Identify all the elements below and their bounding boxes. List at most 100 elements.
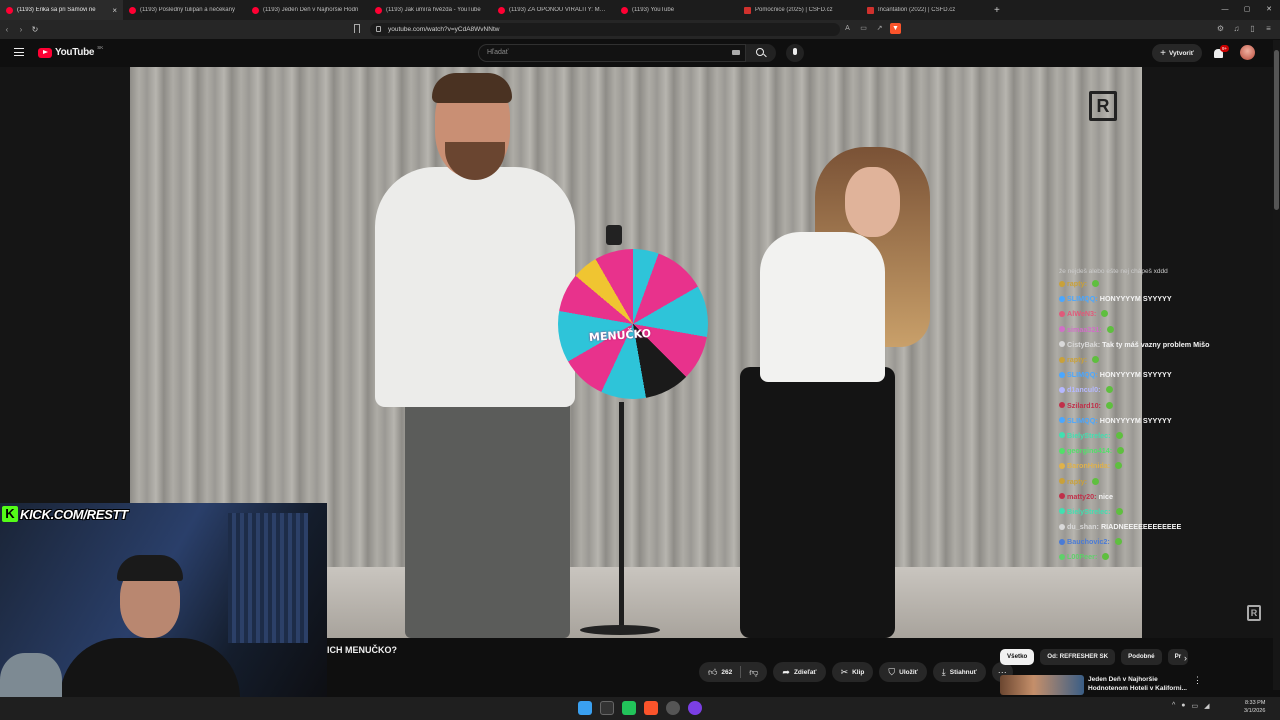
- tab-title: (1193) ZA OPONOU VIRALITY: MELE: [509, 7, 609, 13]
- chat-username: SLIMQQ:: [1067, 415, 1098, 425]
- user-badge-icon: [1059, 371, 1065, 378]
- chat-username: BielyStrelec:: [1067, 506, 1111, 516]
- filter-chip[interactable]: Podobné: [1121, 649, 1162, 665]
- clock-date: 3/1/2026: [1244, 708, 1266, 714]
- url-field[interactable]: youtube.com/watch?v=yCdA8WvNNtw: [370, 23, 840, 36]
- chat-message: BaronHnida:: [1059, 458, 1271, 473]
- browser-tab[interactable]: (1193) Erika sa pri Samovi ne ×: [0, 0, 123, 20]
- create-button[interactable]: + Vytvoriť: [1152, 44, 1202, 62]
- extensions-icon[interactable]: ⚙: [1215, 23, 1226, 34]
- new-tab-button[interactable]: +: [994, 5, 1000, 16]
- chat-message: georgino414:: [1059, 443, 1271, 458]
- tab-title: (1193) Jeden Deň v Najhoršie Hodn: [263, 7, 359, 13]
- chat-username: Bauchovic2:: [1067, 537, 1110, 547]
- brave-shields-icon[interactable]: ▼: [890, 23, 901, 34]
- browser-tab[interactable]: (1193) Jeden Deň v Najhoršie Hodn: [246, 0, 369, 20]
- search-button[interactable]: [746, 44, 776, 62]
- reload-button[interactable]: ↻: [28, 25, 42, 34]
- chat-text: RIADNEEEEEEEEEEEE: [1100, 522, 1182, 532]
- chat-username: rapty:: [1067, 279, 1087, 289]
- scrollbar-thumb[interactable]: [1274, 50, 1279, 210]
- emote-icon: [1102, 553, 1110, 561]
- recommended-title[interactable]: Jeden Deň v Najhoršie Hodnotenom Hoteli …: [1088, 675, 1188, 693]
- youtube-favicon-icon: [129, 6, 136, 14]
- translate-icon[interactable]: A: [842, 23, 853, 34]
- user-badge-icon: [1059, 508, 1065, 515]
- chat-text: HONYYYYM SYYYYY: [1099, 370, 1172, 380]
- menu-icon[interactable]: ≡: [1263, 23, 1274, 34]
- minimize-button[interactable]: —: [1214, 0, 1236, 20]
- keyboard-icon[interactable]: [732, 50, 740, 55]
- site-info-icon[interactable]: [376, 26, 381, 32]
- forward-button[interactable]: ›: [14, 25, 28, 34]
- chat-username: BielyStrelec:: [1067, 430, 1111, 440]
- close-window-button[interactable]: ✕: [1258, 0, 1280, 20]
- bookmark-save-icon: ⛉: [888, 666, 896, 677]
- display-tray-icon[interactable]: ▭: [1192, 702, 1199, 710]
- browser-tab[interactable]: Pomocnice (2025) | ČSFD.cz: [738, 0, 861, 20]
- tab-title: Incantation (2022) | ČSFD.cz: [878, 7, 956, 13]
- browser-tab[interactable]: Incantation (2022) | ČSFD.cz: [861, 0, 984, 20]
- share-button[interactable]: ➦ Zdieľať: [773, 662, 826, 682]
- app-purple-icon[interactable]: [688, 701, 702, 715]
- recommended-video[interactable]: Jeden Deň v Najhoršie Hodnotenom Hoteli …: [1000, 675, 1202, 695]
- prize-wheel: [558, 249, 708, 399]
- chat-message: simaa321:: [1059, 322, 1271, 337]
- share-icon[interactable]: ↗: [874, 23, 885, 34]
- like-button[interactable]: 👍︎ 262 👎︎: [699, 662, 768, 682]
- emote-icon: [1105, 401, 1113, 409]
- wheel-stand: [619, 402, 624, 632]
- page-scrollbar[interactable]: [1273, 40, 1280, 690]
- tab-title: Pomocnice (2025) | ČSFD.cz: [755, 7, 833, 13]
- notification-badge: 9+: [1220, 45, 1230, 52]
- browser-tab[interactable]: (1193) YouTube: [615, 0, 738, 20]
- task-view-icon[interactable]: [600, 701, 614, 715]
- brave-browser-icon[interactable]: [644, 701, 658, 715]
- download-button[interactable]: ⤓ Stiahnuť: [932, 662, 986, 682]
- youtube-favicon-icon: [252, 6, 259, 14]
- chips-next-arrow-icon[interactable]: ›: [1184, 653, 1187, 663]
- chat-message: SLIMQQ: HONYYYYM SYYYYY: [1059, 291, 1271, 306]
- search-input[interactable]: Hľadať: [478, 44, 746, 62]
- recommended-menu-icon[interactable]: ⋮: [1193, 675, 1202, 686]
- browser-tab[interactable]: (1193) Jak umírá hvězda - YouTube: [369, 0, 492, 20]
- mic-tray-icon[interactable]: ●: [1181, 702, 1185, 710]
- bookmark-icon[interactable]: [354, 24, 360, 33]
- user-badge-icon: [1059, 523, 1065, 530]
- chat-username: rapty:: [1067, 355, 1087, 365]
- back-button[interactable]: ‹: [0, 25, 14, 34]
- browser-tab[interactable]: (1193) ZA OPONOU VIRALITY: MELE: [492, 0, 615, 20]
- recommended-thumbnail[interactable]: [1000, 675, 1084, 695]
- user-badge-icon: [1059, 432, 1065, 439]
- maximize-button[interactable]: ▢: [1236, 0, 1258, 20]
- cast-icon[interactable]: ▭: [858, 23, 869, 34]
- start-icon[interactable]: [578, 701, 592, 715]
- app-green-icon[interactable]: [622, 701, 636, 715]
- app-circle-icon[interactable]: [666, 701, 680, 715]
- close-tab-icon[interactable]: ×: [112, 6, 117, 15]
- address-bar-row: ‹ › ↻ youtube.com/watch?v=yCdA8WvNNtw A …: [0, 20, 1280, 39]
- account-avatar[interactable]: [1240, 45, 1255, 60]
- browser-tab[interactable]: (1193) Posledný tulipán a nečekaný: [123, 0, 246, 20]
- filter-chip[interactable]: Od: REFRESHER SK: [1040, 649, 1116, 665]
- youtube-favicon-icon: [6, 6, 13, 14]
- channel-watermark[interactable]: R: [1089, 91, 1117, 121]
- filter-chip[interactable]: Všetko: [1000, 649, 1035, 665]
- hamburger-menu-icon[interactable]: [14, 48, 24, 56]
- voice-search-icon[interactable]: [786, 44, 804, 62]
- save-button[interactable]: ⛉ Uložiť: [879, 662, 927, 682]
- youtube-header: YouTube SK Hľadať + Vytvoriť 9+: [0, 39, 1280, 67]
- webcam-overlay: [0, 503, 327, 720]
- user-badge-icon: [1059, 326, 1065, 333]
- thumbs-down-icon[interactable]: 👎︎: [749, 667, 758, 678]
- media-icon[interactable]: ♫: [1231, 23, 1242, 34]
- recommended-title-line2: Hodnotenom Hoteli v Kaliforni...: [1088, 685, 1187, 692]
- youtube-logo[interactable]: YouTube SK: [38, 45, 103, 58]
- emote-icon: [1105, 386, 1113, 394]
- system-clock[interactable]: 8:33 PM 3/1/2026: [1244, 699, 1265, 715]
- clip-button[interactable]: ✂ Klip: [831, 662, 874, 682]
- save-label: Uložiť: [899, 668, 918, 676]
- tray-chevron-icon[interactable]: ^: [1172, 702, 1175, 710]
- sidebar-icon[interactable]: ▯: [1247, 23, 1258, 34]
- volume-tray-icon[interactable]: ◢: [1204, 702, 1209, 710]
